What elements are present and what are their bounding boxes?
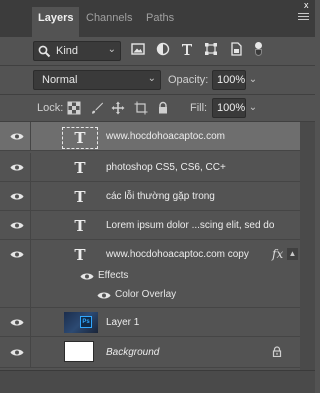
lock-image-pixels-icon[interactable] (90, 101, 104, 115)
fill-slider-toggle[interactable]: ⌄ (246, 98, 260, 118)
eye-icon[interactable] (10, 318, 24, 327)
eye-icon[interactable] (97, 291, 111, 300)
divider (30, 153, 31, 182)
smart-object-filter-icon[interactable] (229, 42, 243, 56)
opacity-field[interactable]: 100% (212, 70, 246, 90)
layer-effects-fx-icon[interactable]: fx (272, 247, 283, 261)
filter-toggle-switch[interactable] (255, 42, 262, 56)
image-filter-icon[interactable] (131, 42, 145, 56)
layer-row[interactable]: T www.hocdohoacaptoc.com (0, 122, 300, 151)
layer-name[interactable]: photoshop CS5, CS6, CC+ (106, 162, 226, 173)
effects-label: Effects (98, 270, 129, 281)
opacity-value: 100% (217, 74, 246, 86)
layer-name[interactable]: www.hocdohoacaptoc.com (106, 131, 225, 142)
divider (30, 308, 31, 337)
text-layer-thumbnail: T (74, 217, 86, 235)
layer-row[interactable]: T www.hocdohoacaptoc.com copy fx ▲ Effec… (0, 240, 300, 308)
divider (30, 122, 31, 151)
color-overlay-label: Color Overlay (115, 289, 177, 300)
lock-row: Lock: Fill: 100% ⌄ (0, 95, 315, 121)
chevron-down-icon: ⌄ (107, 44, 116, 55)
tab-paths[interactable]: Paths (140, 7, 180, 30)
layer-name[interactable]: các lỗi thường gặp trong (106, 191, 215, 202)
type-filter-icon[interactable] (180, 42, 194, 56)
shape-filter-icon[interactable] (204, 42, 218, 56)
layer-name[interactable]: www.hocdohoacaptoc.com copy (106, 249, 249, 260)
layer-row[interactable]: Background (0, 337, 300, 368)
filter-kind-select[interactable]: Kind ⌄ (33, 41, 121, 61)
eye-icon[interactable] (10, 132, 24, 141)
opacity-label: Opacity: (168, 74, 209, 86)
blend-opacity-row: Normal ⌄ Opacity: 100% ⌄ (0, 67, 315, 93)
filter-kind-label: Kind (56, 45, 79, 57)
adjustment-filter-icon[interactable] (156, 42, 170, 56)
lock-artboard-icon[interactable] (134, 101, 148, 115)
tab-channels[interactable]: Channels (80, 7, 138, 30)
layer-row[interactable]: T các lỗi thường gặp trong (0, 182, 300, 211)
text-layer-thumbnail: T (62, 127, 98, 149)
eye-icon[interactable] (10, 192, 24, 201)
layer-row[interactable]: T photoshop CS5, CS6, CC+ (0, 153, 300, 182)
lock-transparent-pixels-icon[interactable] (67, 101, 81, 115)
eye-icon[interactable] (80, 272, 94, 281)
collapse-effects-icon[interactable]: ▲ (287, 248, 298, 260)
layer-filter-row: Kind ⌄ (0, 37, 315, 65)
lock-label: Lock: (37, 102, 64, 114)
layer-name[interactable]: Background (106, 347, 159, 358)
eye-icon[interactable] (10, 221, 24, 230)
chevron-down-icon: ⌄ (147, 73, 156, 84)
fill-label: Fill: (190, 102, 208, 114)
panel-tab-bar: Layers Channels Paths x (0, 0, 315, 37)
eye-icon[interactable] (10, 250, 24, 259)
eye-icon[interactable] (10, 163, 24, 172)
layers-panel: Layers Channels Paths x Kind ⌄ Normal ⌄ … (0, 0, 315, 393)
photoshop-logo-badge: Ps (80, 316, 92, 328)
fill-field[interactable]: 100% (212, 98, 246, 118)
lock-position-icon[interactable] (111, 101, 125, 115)
panel-menu-icon[interactable] (298, 13, 309, 22)
effect-item-row[interactable]: Color Overlay (0, 286, 300, 306)
layer-name[interactable]: Layer 1 (106, 317, 139, 328)
search-icon (38, 45, 51, 58)
text-layer-thumbnail: T (74, 188, 86, 206)
layer-name[interactable]: Lorem ipsum dolor ...scing elit, sed do (106, 220, 274, 231)
tab-layers[interactable]: Layers (32, 7, 80, 37)
layer-row[interactable]: Ps Layer 1 (0, 308, 300, 337)
divider (30, 182, 31, 211)
opacity-slider-toggle[interactable]: ⌄ (246, 70, 260, 90)
panel-bottom-bar (0, 370, 315, 393)
divider (30, 211, 31, 240)
fill-value: 100% (217, 102, 246, 114)
text-layer-thumbnail: T (74, 159, 86, 177)
close-icon[interactable]: x (304, 0, 314, 10)
background-layer-thumbnail (64, 341, 94, 362)
eye-icon[interactable] (10, 348, 24, 357)
divider (0, 65, 315, 66)
blend-mode-value: Normal (42, 74, 78, 86)
image-layer-thumbnail: Ps (64, 312, 98, 333)
layer-row[interactable]: T Lorem ipsum dolor ...scing elit, sed d… (0, 211, 300, 240)
blend-mode-select[interactable]: Normal ⌄ (33, 70, 161, 90)
text-layer-thumbnail: T (74, 246, 86, 264)
effects-row[interactable]: Effects (0, 267, 300, 287)
lock-icon[interactable] (272, 346, 282, 357)
divider (30, 337, 31, 368)
layers-scrollbar[interactable] (300, 122, 315, 370)
lock-all-icon[interactable] (156, 101, 170, 115)
